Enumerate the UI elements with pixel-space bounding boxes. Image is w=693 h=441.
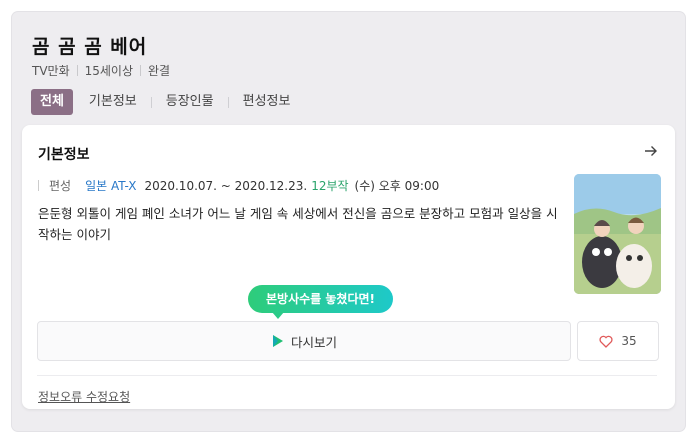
basic-info-card: 기본정보 편성 일본 AT-X 2020.10.07. ~ 2020.12.23… [22, 125, 675, 409]
tab-basic-info[interactable]: 기본정보 [75, 89, 151, 115]
rewatch-button[interactable]: 다시보기 [37, 321, 571, 361]
arrow-right-icon[interactable] [643, 143, 659, 159]
rewatch-label: 다시보기 [290, 334, 337, 350]
meta-status: 완결 [148, 64, 171, 78]
meta-row: TV만화 15세이상 완결 [32, 62, 170, 79]
airing-info: 편성 일본 AT-X 2020.10.07. ~ 2020.12.23. 12부… [38, 177, 439, 194]
airing-divider [38, 180, 39, 191]
like-button[interactable]: 35 [577, 321, 659, 361]
poster-illustration [574, 174, 661, 294]
report-error-link[interactable]: 정보오류 수정요청 [38, 388, 130, 405]
heart-outline-icon [599, 335, 613, 348]
airing-time: (수) 오후 09:00 [354, 179, 440, 193]
tab-bar: 전체 기본정보 등장인물 편성정보 [31, 89, 304, 115]
page-title: 곰 곰 곰 베어 [32, 36, 148, 58]
rewatch-tooltip: 본방사수를 놓쳤다면! [248, 285, 393, 319]
meta-rating: 15세이상 [84, 64, 134, 78]
card-divider [37, 375, 657, 376]
poster-image[interactable] [574, 174, 661, 294]
airing-channel[interactable]: 일본 AT-X [85, 177, 136, 194]
info-panel: 곰 곰 곰 베어 TV만화 15세이상 완결 전체 기본정보 등장인물 편성정보… [12, 12, 685, 431]
airing-episodes: 12부작 [311, 179, 349, 193]
meta-divider [76, 65, 78, 76]
airing-label: 편성 [49, 179, 72, 193]
tab-all[interactable]: 전체 [31, 89, 73, 115]
tab-characters[interactable]: 등장인물 [152, 89, 228, 115]
tab-schedule[interactable]: 편성정보 [229, 89, 305, 115]
airing-period: 2020.10.07. ~ 2020.12.23. [144, 178, 308, 193]
like-count: 35 [621, 334, 637, 348]
meta-type: TV만화 [32, 64, 70, 78]
play-icon [272, 335, 283, 347]
card-title: 기본정보 [38, 147, 90, 163]
meta-divider [140, 65, 142, 76]
synopsis: 은둔형 외톨이 게임 폐인 소녀가 어느 날 게임 속 세상에서 전신을 곰으로… [38, 206, 558, 242]
